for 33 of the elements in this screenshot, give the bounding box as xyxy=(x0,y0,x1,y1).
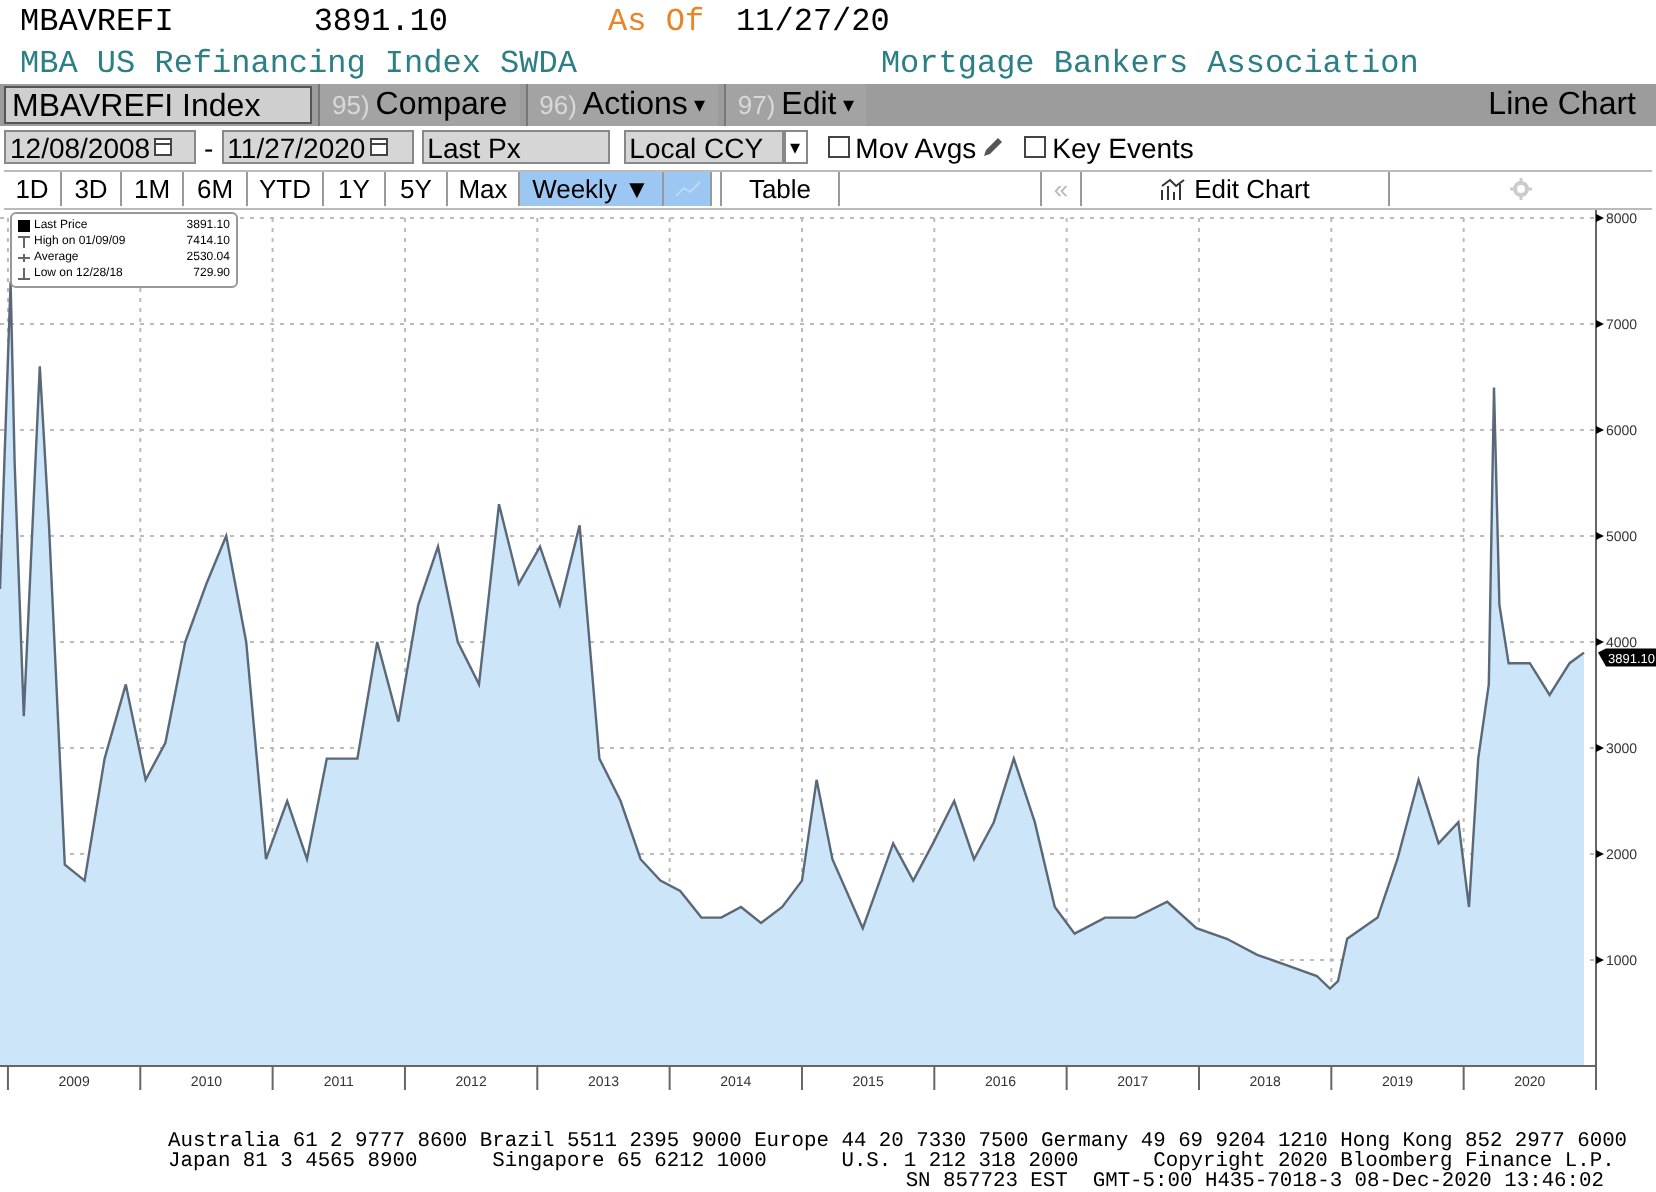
security-field[interactable]: MBAVREFI Index xyxy=(4,86,312,124)
footer-text: Japan 81 3 4565 8900 Singapore 65 6212 1000 U.S. 1 212 318 2000 Copyright 2020 Bloomberg Finance L.P. xyxy=(166,1152,1617,1172)
calendar-icon[interactable] xyxy=(154,138,173,156)
start-date-field[interactable]: 12/08/2008 xyxy=(4,130,196,164)
line-chart-icon xyxy=(673,180,701,198)
currency-dropdown[interactable]: Local CCY xyxy=(623,130,784,164)
end-date-field[interactable]: 11/27/2020 xyxy=(221,130,414,164)
date-separator: - xyxy=(204,131,214,163)
footer-text: Australia 61 2 9777 8600 Brazil 5511 2395 9000 Europe 44 20 7330 7500 Germany 49 69 9204 1210 Hong Kong 852 2977 6000 xyxy=(166,1132,1630,1152)
chart-edit-icon xyxy=(1160,177,1187,201)
square-icon xyxy=(18,220,30,232)
source-name: Mortgage Bankers Association xyxy=(880,45,1419,81)
dropdown-caret[interactable]: ▾ xyxy=(783,130,808,164)
frequency-dropdown[interactable]: Weekly ▼ xyxy=(520,172,664,206)
as-of-label: As Of xyxy=(608,3,705,39)
view-title: Line Chart xyxy=(1488,87,1636,123)
table-button[interactable]: Table xyxy=(720,172,840,206)
price: 3891.10 xyxy=(313,3,449,39)
footer-text: SN 857723 EST GMT-5:00 H435-7018-3 08-Dec-2020 13:46:02 xyxy=(903,1172,1606,1192)
calendar-icon[interactable] xyxy=(369,138,388,156)
low-marker-icon xyxy=(18,268,30,280)
option-label: Mov Avgs xyxy=(855,131,977,163)
settings-icon xyxy=(1510,178,1532,200)
checkbox[interactable] xyxy=(827,136,850,158)
option-label: Key Events xyxy=(1052,131,1194,163)
ticker: MBAVREFI xyxy=(20,3,174,39)
index-name: MBA US Refinancing Index SWDA xyxy=(20,45,577,81)
field-selector[interactable]: Last Px xyxy=(421,130,610,164)
as-of-date: 11/27/20 xyxy=(736,3,890,39)
pencil-icon[interactable] xyxy=(982,136,1005,158)
checkbox[interactable] xyxy=(1024,136,1047,158)
high-marker-icon xyxy=(18,236,30,248)
average-marker-icon xyxy=(18,252,30,264)
